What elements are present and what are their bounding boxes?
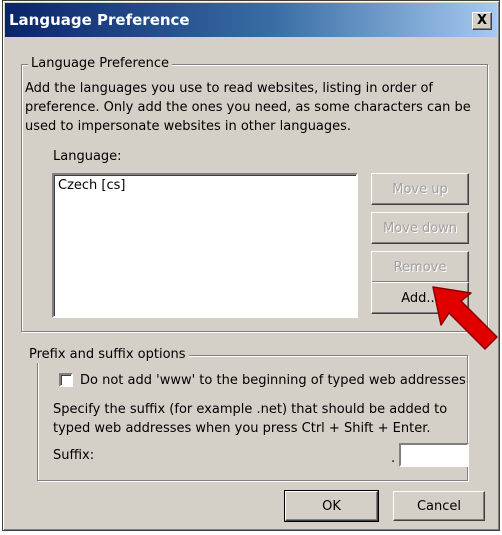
suffix-dot: . [391, 451, 396, 466]
language-list-label: Language: [53, 149, 122, 164]
list-item[interactable]: Czech [cs] [58, 178, 125, 193]
suffix-description: Specify the suffix (for example .net) th… [53, 402, 448, 436]
suffix-label: Suffix: [53, 448, 95, 463]
red-arrow-icon [432, 286, 498, 350]
language-description: Add the languages you use to read websit… [25, 81, 471, 134]
title-bar: Language Preference X [5, 3, 497, 37]
move-up-button[interactable]: Move up [371, 173, 469, 205]
language-group-legend: Language Preference [28, 56, 172, 72]
ok-button[interactable]: OK [284, 490, 379, 522]
suffix-input[interactable] [399, 443, 469, 467]
prefix-group-legend: Prefix and suffix options [26, 347, 189, 363]
www-checkbox[interactable] [59, 373, 73, 387]
close-icon: X [476, 13, 488, 28]
move-down-button[interactable]: Move down [371, 212, 469, 244]
language-listbox[interactable]: Czech [cs] [52, 173, 358, 318]
cancel-button[interactable]: Cancel [393, 491, 485, 521]
close-button[interactable]: X [472, 12, 492, 30]
dialog-title: Language Preference [9, 11, 190, 29]
language-preference-dialog: Language Preference X Language Preferenc… [2, 0, 500, 531]
www-checkbox-label[interactable]: Do not add 'www' to the beginning of typ… [80, 371, 466, 390]
